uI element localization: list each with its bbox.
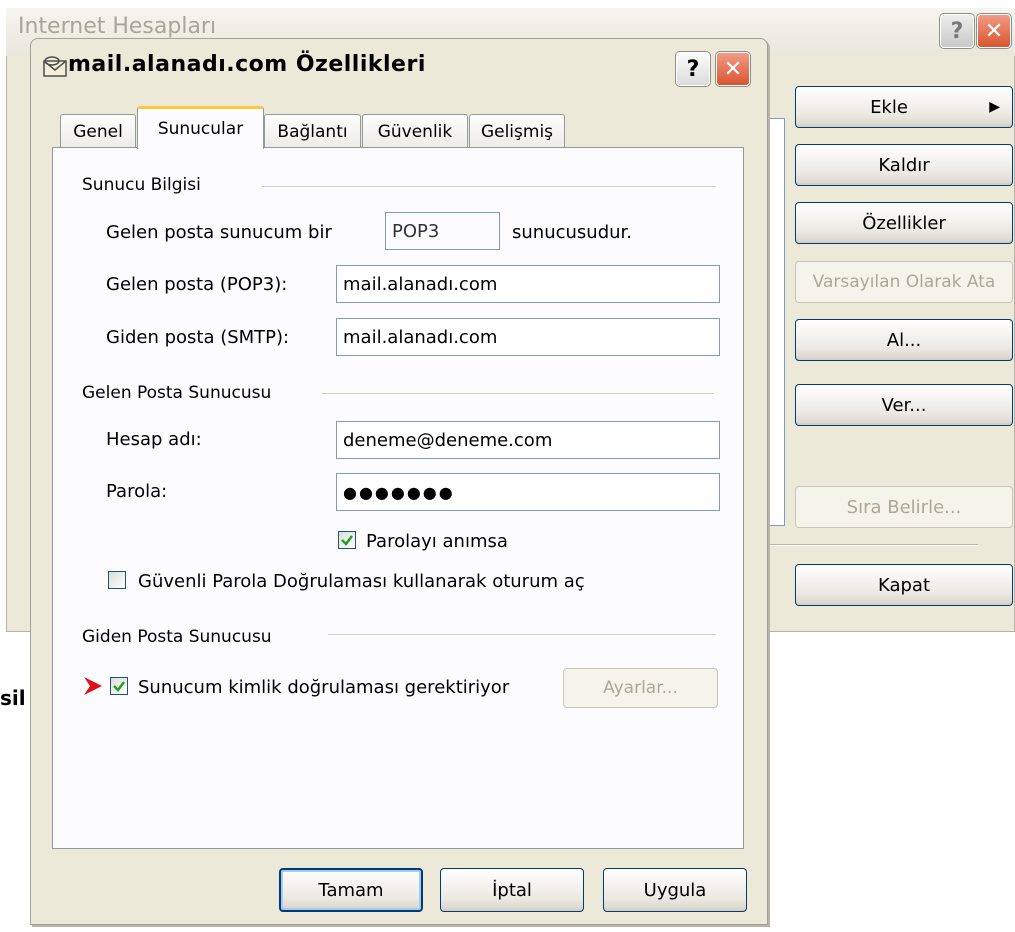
account-name-input[interactable]: deneme@deneme.com <box>336 421 720 459</box>
incoming-server-type: POP3 <box>385 212 500 250</box>
cancel-button[interactable]: İptal <box>440 868 584 912</box>
tab-advanced[interactable]: Gelişmiş <box>469 114 565 148</box>
group-separator <box>262 186 716 187</box>
tab-security[interactable]: Güvenlik <box>362 114 468 148</box>
incoming-server-heading: Gelen Posta Sunucusu <box>82 383 272 403</box>
remove-button[interactable]: Kaldır <box>795 144 1013 186</box>
dialog-help-button[interactable]: ? <box>676 52 710 86</box>
spa-label[interactable]: Güvenli Parola Doğrulaması kullanarak ot… <box>138 571 585 592</box>
checkmark-icon <box>113 681 125 692</box>
tab-servers[interactable]: Sunucular <box>137 106 264 149</box>
apply-button[interactable]: Uygula <box>603 868 747 912</box>
close-icon: ✕ <box>984 18 1004 44</box>
spa-checkbox[interactable] <box>108 571 126 589</box>
settings-button[interactable]: Ayarlar... <box>563 668 718 708</box>
red-pointer-arrow-icon <box>82 675 104 697</box>
outgoing-server-heading: Giden Posta Sunucusu <box>82 627 272 647</box>
help-icon: ? <box>950 18 964 44</box>
auth-required-label[interactable]: Sunucum kimlik doğrulaması gerektiriyor <box>138 677 509 698</box>
incoming-server-input[interactable]: mail.alanadı.com <box>336 265 720 303</box>
remember-password-checkbox[interactable] <box>338 531 356 549</box>
password-label: Parola: <box>106 481 168 502</box>
incoming-type-suffix: sunucusudur. <box>512 222 632 243</box>
background-partial-text: sil <box>0 686 26 710</box>
password-input[interactable]: ●●●●●●● <box>336 473 720 511</box>
background-help-button[interactable]: ? <box>940 14 974 48</box>
outgoing-server-input[interactable]: mail.alanadı.com <box>336 318 720 356</box>
close-button[interactable]: Kapat <box>795 564 1013 606</box>
incoming-type-prefix: Gelen posta sunucum bir <box>106 222 332 243</box>
triangle-right-icon: ▶ <box>989 99 1000 115</box>
incoming-server-label: Gelen posta (POP3): <box>106 274 288 295</box>
account-name-label: Hesap adı: <box>106 429 202 450</box>
group-separator <box>322 393 714 394</box>
add-button[interactable]: Ekle ▶ <box>795 86 1013 128</box>
close-icon: ✕ <box>723 56 743 82</box>
dialog-title: mail.alanadı.com Özellikleri <box>68 52 426 77</box>
export-button[interactable]: Ver... <box>795 384 1013 426</box>
help-icon: ? <box>686 56 700 82</box>
background-window-title: Internet Hesapları <box>18 14 217 39</box>
properties-button[interactable]: Özellikler <box>795 202 1013 244</box>
server-info-heading: Sunucu Bilgisi <box>82 175 201 195</box>
checkmark-icon <box>341 535 353 546</box>
remember-password-label[interactable]: Parolayı anımsa <box>366 531 508 552</box>
group-separator <box>328 634 716 635</box>
import-button[interactable]: Al... <box>795 319 1013 361</box>
add-button-label: Ekle <box>870 96 908 118</box>
dialog-close-button[interactable]: ✕ <box>716 52 750 86</box>
tab-general[interactable]: Genel <box>60 114 136 148</box>
mail-account-icon <box>42 54 68 80</box>
set-default-button[interactable]: Varsayılan Olarak Ata <box>795 261 1013 303</box>
ok-button[interactable]: Tamam <box>279 868 423 912</box>
auth-required-checkbox[interactable] <box>110 677 128 695</box>
background-close-button[interactable]: ✕ <box>977 14 1011 48</box>
outgoing-server-label: Giden posta (SMTP): <box>106 327 290 348</box>
set-order-button[interactable]: Sıra Belirle... <box>795 486 1013 528</box>
tab-connection[interactable]: Bağlantı <box>264 114 361 148</box>
